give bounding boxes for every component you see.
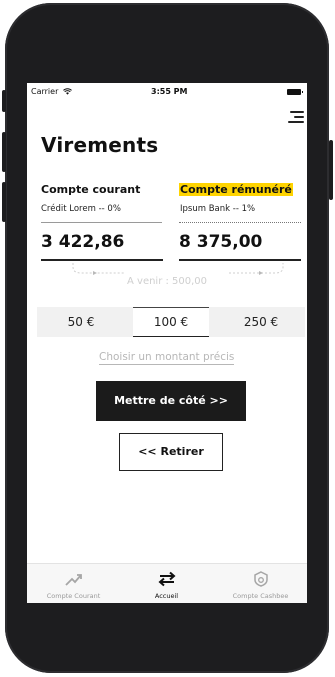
app-screen: Carrier 3:55 PM Virements Compte courant… [27,83,307,603]
mute-switch [2,90,6,112]
savings-balance-underline [179,259,301,261]
amount-option-50[interactable]: 50 € [37,307,125,337]
choose-amount-link[interactable]: Choisir un montant précis [99,351,235,365]
savings-account-label: Compte rémunéré [179,183,293,196]
tab-accueil[interactable]: Accueil [120,564,213,603]
checking-balance-underline [41,259,163,261]
checking-bank-name: Crédit Lorem -- 0% [41,204,121,214]
tab-compte-cashbee[interactable]: Compte Cashbee [214,564,307,603]
status-bar: Carrier 3:55 PM [27,83,307,101]
savings-bank-name: Ipsum Bank -- 1% [180,204,256,214]
shield-icon [254,571,268,587]
battery-icon [287,89,303,95]
wifi-icon [63,88,72,95]
page-title: Virements [41,133,159,157]
checking-account-label: Compte courant [41,183,141,196]
tab-compte-courant[interactable]: Compte Courant [27,564,120,603]
tab-bar: Compte Courant Accueil Compte Cashbee [27,563,307,603]
savings-balance: 8 375,00 [179,232,263,252]
transfer-connector-left [72,263,125,275]
power-button [329,140,333,200]
pending-transfer-label: A venir : 500,00 [127,276,208,287]
save-aside-button[interactable]: Mettre de côté >> [96,381,246,421]
checking-balance: 3 422,86 [41,232,125,252]
savings-divider [179,222,301,223]
tab-label: Compte Cashbee [232,592,289,600]
amount-selector: 50 € 100 € 250 € [37,307,305,337]
transfer-arrows-icon [158,571,176,587]
tab-label: Compte Courant [46,592,101,600]
transfer-connector-right [229,263,284,275]
tab-label: Accueil [154,592,179,600]
volume-up-button [2,132,6,172]
carrier-label: Carrier [31,87,72,96]
status-time: 3:55 PM [151,87,188,96]
amount-option-250[interactable]: 250 € [217,307,305,337]
checking-divider [41,222,162,223]
hamburger-menu-icon[interactable] [288,111,304,123]
withdraw-button[interactable]: << Retirer [119,433,223,471]
volume-down-button [2,182,6,222]
trending-up-icon [65,574,82,586]
amount-option-100[interactable]: 100 € [133,307,209,337]
